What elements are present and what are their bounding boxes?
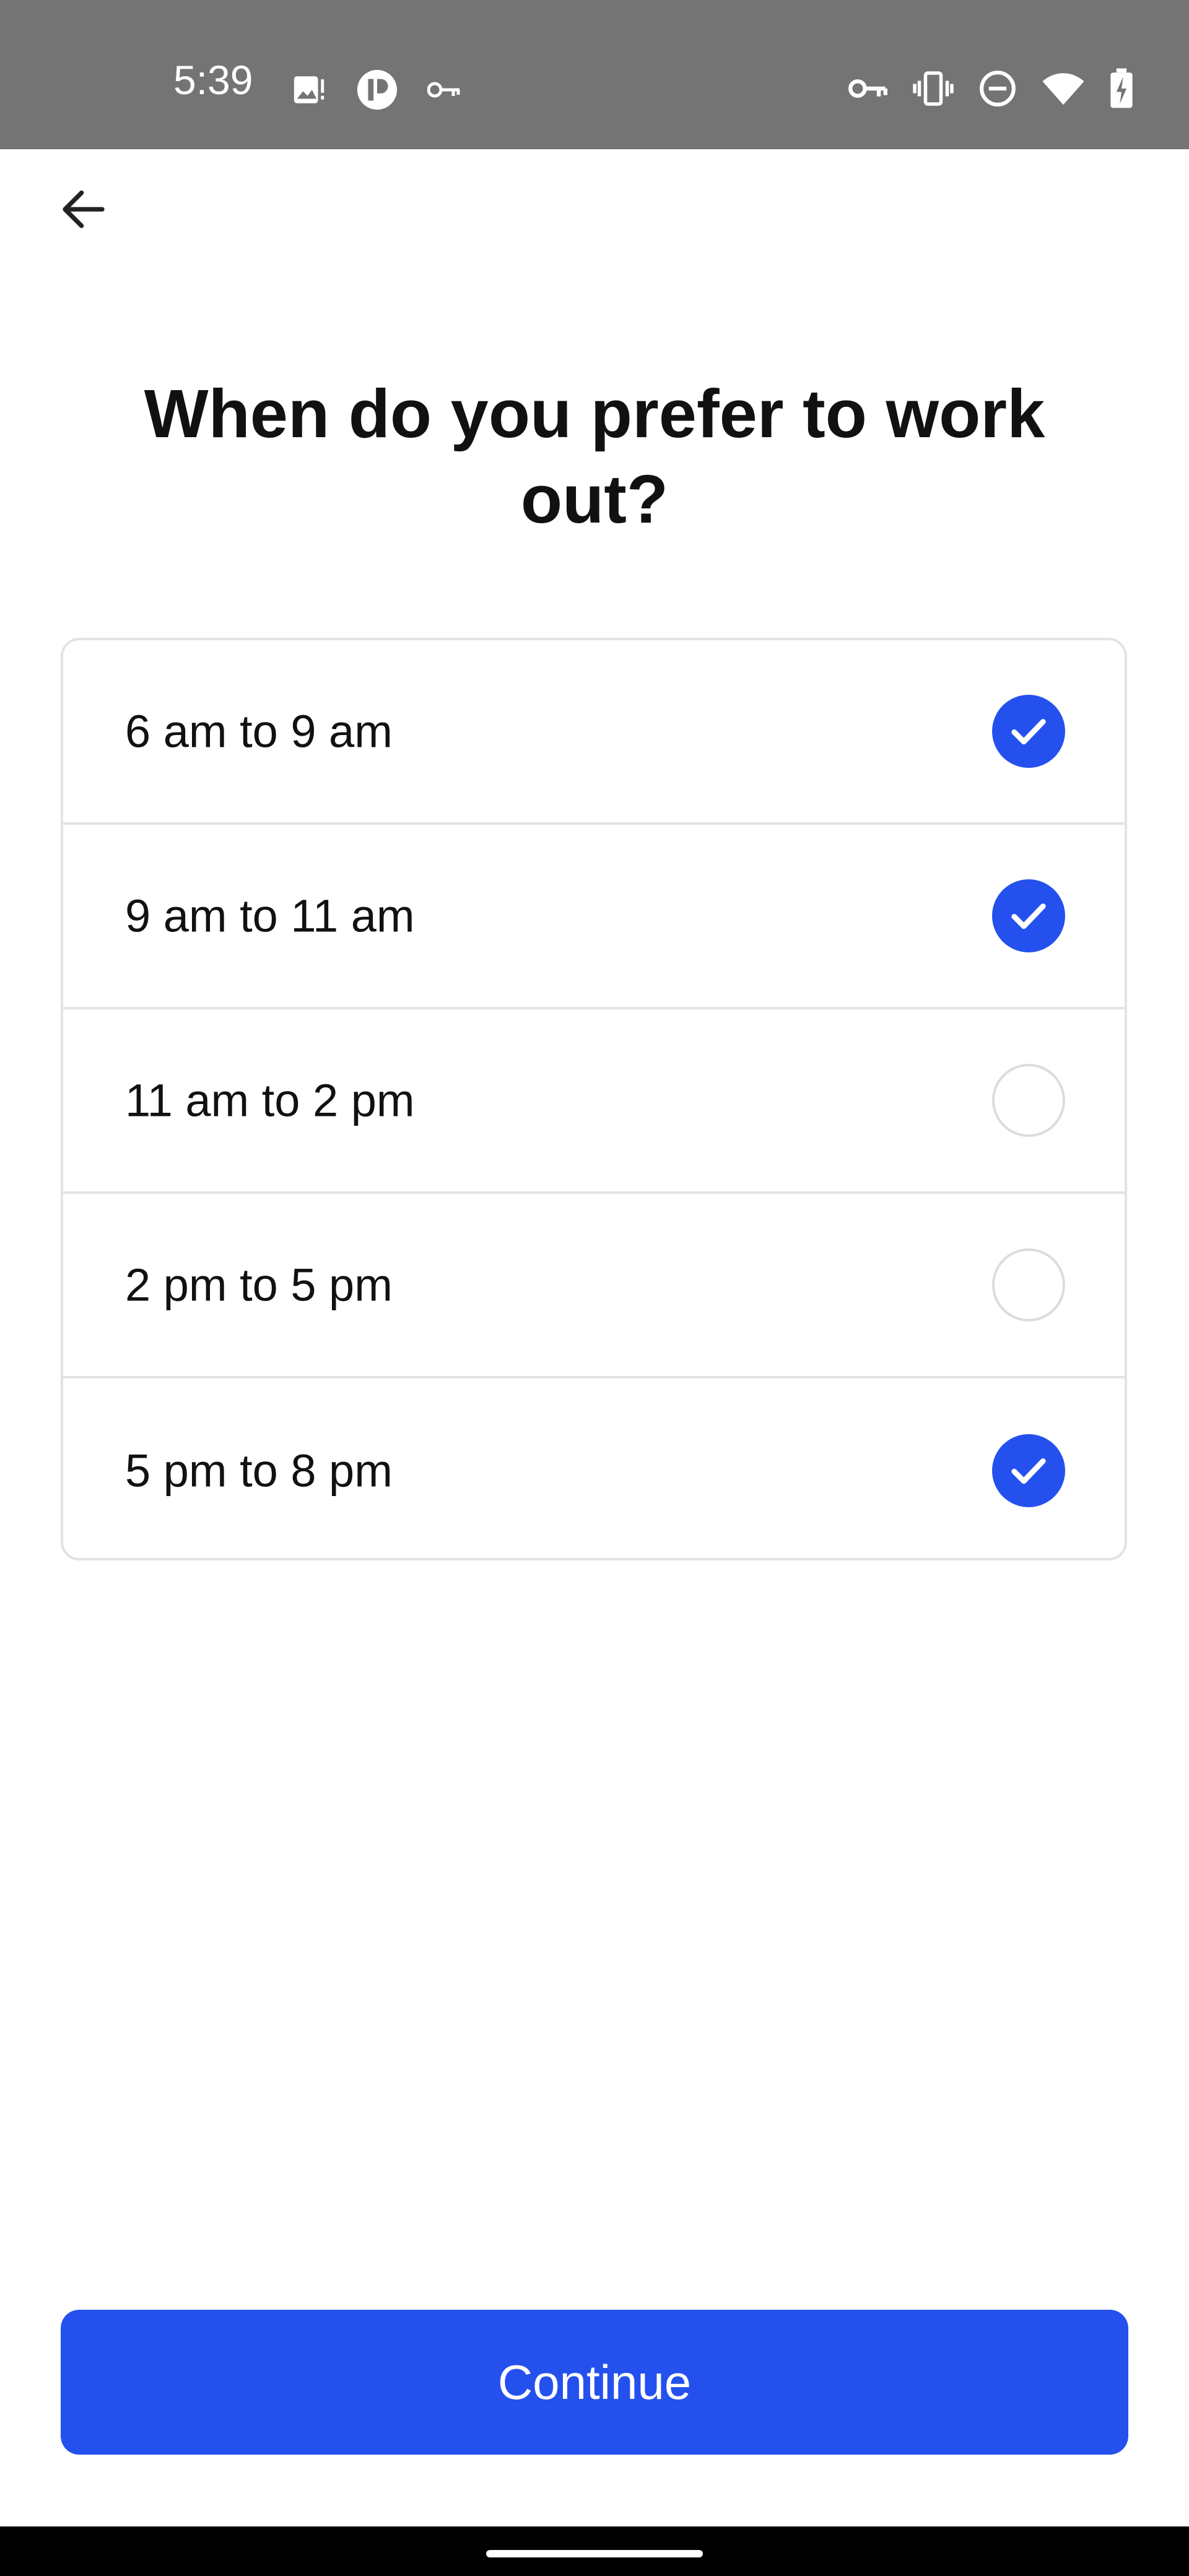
option-row-11am-2pm[interactable]: 11 am to 2 pm — [63, 1009, 1125, 1194]
wifi-icon — [1042, 71, 1085, 106]
vibrate-icon — [913, 70, 954, 107]
checkmark-icon — [1011, 1458, 1046, 1484]
option-label: 2 pm to 5 pm — [125, 1259, 393, 1311]
option-row-9am-11am[interactable]: 9 am to 11 am — [63, 825, 1125, 1009]
option-row-6am-9am[interactable]: 6 am to 9 am — [63, 640, 1125, 825]
do-not-disturb-icon — [978, 69, 1017, 108]
app-icon — [355, 68, 399, 111]
checkmark-icon — [1011, 719, 1046, 745]
home-indicator[interactable] — [486, 2550, 703, 2557]
checkmark-icon — [1011, 903, 1046, 929]
status-bar: 5:39 — [0, 0, 1189, 149]
option-checkbox[interactable] — [992, 695, 1065, 768]
continue-button[interactable]: Continue — [61, 2310, 1128, 2455]
option-checkbox[interactable] — [992, 1248, 1065, 1321]
time-options-list: 6 am to 9 am 9 am to 11 am 11 am to 2 pm… — [61, 638, 1127, 1560]
option-row-5pm-8pm[interactable]: 5 pm to 8 pm — [63, 1378, 1125, 1558]
option-checkbox[interactable] — [992, 1434, 1065, 1507]
system-navigation-bar — [0, 2526, 1189, 2576]
vpn-key-icon — [848, 75, 888, 102]
image-icon — [291, 72, 327, 108]
option-label: 11 am to 2 pm — [125, 1074, 415, 1126]
status-system-icons — [848, 68, 1133, 109]
arrow-left-icon — [58, 185, 110, 237]
battery-charging-icon — [1110, 68, 1133, 109]
back-button[interactable] — [50, 176, 118, 245]
option-label: 5 pm to 8 pm — [125, 1445, 393, 1497]
option-label: 6 am to 9 am — [125, 705, 393, 757]
option-label: 9 am to 11 am — [125, 890, 415, 942]
option-row-2pm-5pm[interactable]: 2 pm to 5 pm — [63, 1194, 1125, 1378]
option-checkbox[interactable] — [992, 879, 1065, 952]
page-title: When do you prefer to work out? — [144, 376, 1045, 537]
status-time: 5:39 — [173, 57, 253, 103]
key-icon — [427, 77, 462, 102]
option-checkbox[interactable] — [992, 1064, 1065, 1137]
status-notification-icons — [291, 68, 462, 111]
